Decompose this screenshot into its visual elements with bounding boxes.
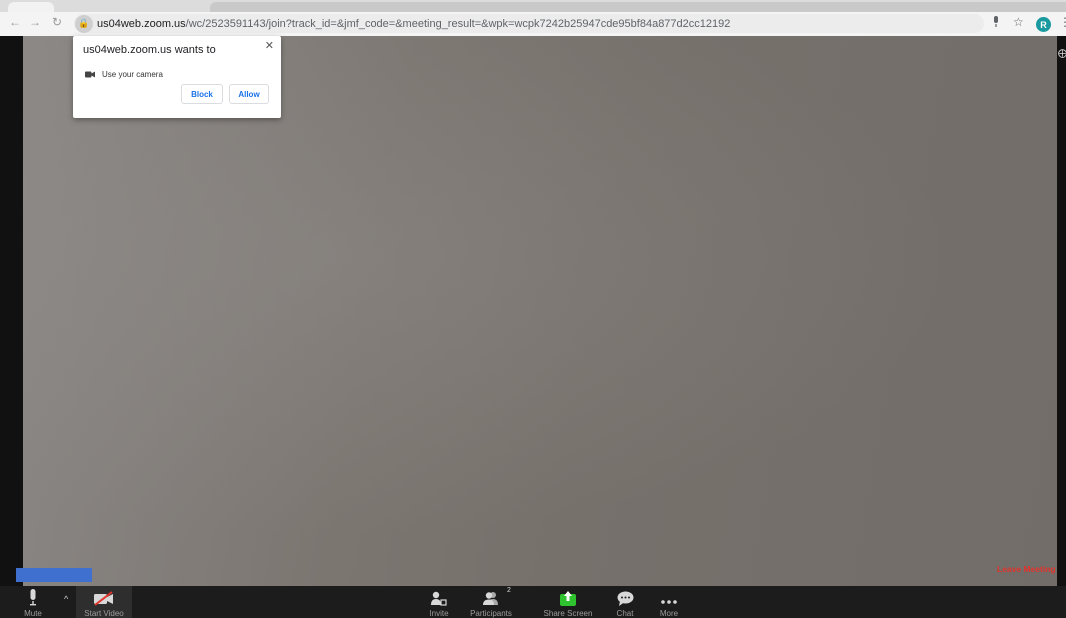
block-button[interactable]: Block	[181, 84, 223, 104]
chat-bubble-icon	[617, 589, 634, 606]
more-label: More	[659, 609, 679, 618]
meeting-area: ⨁ Mute ^ Start Video Invite Participants…	[0, 36, 1066, 618]
browser-tab[interactable]	[8, 2, 54, 12]
leave-meeting-button[interactable]: Leave Meeting	[997, 564, 1056, 574]
url-text[interactable]: us04web.zoom.us/wc/2523591143/join?track…	[97, 18, 730, 30]
camera-permission-popup: us04web.zoom.us wants to ✕ Use your came…	[73, 36, 281, 118]
more-button[interactable]: More	[654, 586, 684, 618]
kebab-menu-icon[interactable]: ⋮	[1059, 15, 1066, 29]
address-bar[interactable]: 🔒 us04web.zoom.us/wc/2523591143/join?tra…	[74, 14, 984, 33]
popup-title: us04web.zoom.us wants to	[83, 44, 216, 56]
invite-button[interactable]: Invite	[424, 586, 454, 618]
tab-strip	[0, 0, 1066, 12]
video-off-icon	[93, 589, 115, 606]
forward-arrow-icon[interactable]: →	[28, 15, 42, 29]
participant-name-tag	[16, 568, 92, 582]
mute-label: Mute	[24, 609, 42, 618]
add-user-icon	[431, 589, 447, 606]
allow-button[interactable]: Allow	[229, 84, 269, 104]
participants-button[interactable]: Participants	[462, 586, 520, 618]
close-icon[interactable]: ✕	[265, 39, 274, 52]
participants-icon	[482, 589, 500, 606]
start-video-button[interactable]: Start Video	[76, 586, 132, 618]
more-dots-icon	[660, 589, 678, 606]
meeting-controls-bar: Mute ^ Start Video Invite Participants 2	[0, 586, 1066, 618]
chat-button[interactable]: Chat	[610, 586, 640, 618]
back-arrow-icon[interactable]: ←	[8, 15, 22, 29]
browser-tab-active[interactable]	[210, 2, 1066, 12]
start-video-label: Start Video	[84, 609, 124, 618]
share-screen-label: Share Screen	[543, 609, 593, 618]
microphone-icon	[28, 589, 38, 606]
chat-label: Chat	[616, 609, 634, 618]
url-host: us04web.zoom.us	[97, 17, 186, 30]
microphone-icon[interactable]	[992, 16, 1000, 31]
bookmark-star-icon[interactable]: ☆	[1013, 15, 1024, 29]
url-path: /wc/2523591143/join?track_id=&jmf_code=&…	[185, 17, 731, 30]
video-feed	[23, 36, 1057, 586]
mute-button[interactable]: Mute	[18, 586, 48, 618]
camera-icon	[85, 65, 95, 83]
invite-label: Invite	[429, 609, 449, 618]
fullscreen-icon[interactable]: ⨁	[1058, 48, 1066, 59]
reload-icon[interactable]: ↻	[50, 15, 64, 29]
participants-label: Participants	[470, 609, 512, 618]
browser-toolbar: ← → ↻ 🔒 us04web.zoom.us/wc/2523591143/jo…	[0, 12, 1066, 36]
permission-request-text: Use your camera	[102, 69, 163, 79]
profile-avatar[interactable]: R	[1036, 17, 1051, 32]
participants-count-badge: 2	[507, 587, 511, 594]
permission-request-row: Use your camera	[85, 65, 163, 83]
share-screen-button[interactable]: Share Screen	[540, 586, 596, 618]
audio-options-chevron-icon[interactable]: ^	[64, 594, 68, 604]
lock-icon[interactable]: 🔒	[75, 14, 93, 33]
share-screen-icon	[560, 589, 576, 606]
